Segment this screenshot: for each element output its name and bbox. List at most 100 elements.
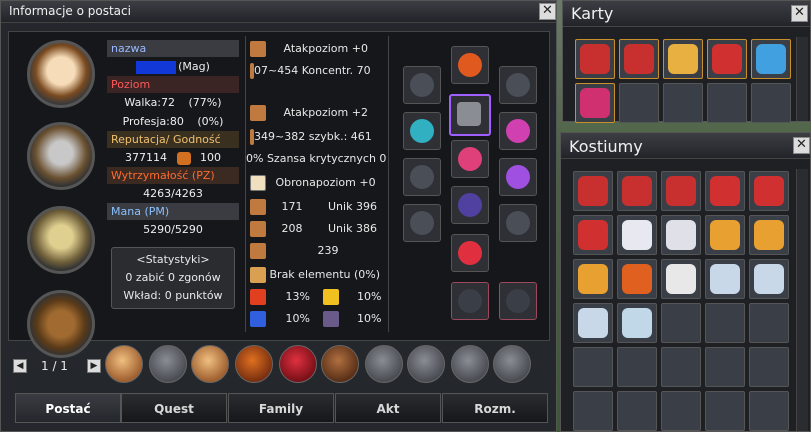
costume-slot-empty[interactable]	[661, 303, 701, 343]
costume-slot[interactable]	[573, 215, 613, 255]
statistics-box[interactable]: <Statystyki> 0 zabić 0 zgonów Wkład: 0 p…	[111, 247, 235, 309]
tab-bar: Postać Quest Family Akt Rozm.	[15, 393, 549, 423]
pet-slot-chicken[interactable]	[105, 345, 143, 383]
costumes-window-titlebar[interactable]: Kostiumy ✕	[561, 133, 810, 159]
prev-page-button[interactable]: ◀	[13, 359, 27, 373]
pet-slot-empty[interactable]	[365, 345, 403, 383]
snowman-icon	[666, 220, 696, 250]
slot-costume-head[interactable]	[449, 94, 491, 136]
slot-secondary-weapon[interactable]	[499, 112, 537, 150]
pet-slot-squirrel[interactable]	[321, 345, 359, 383]
costume-slot[interactable]	[661, 215, 701, 255]
card-slot[interactable]	[707, 39, 747, 79]
pet-slot-empty[interactable]	[149, 345, 187, 383]
costume-slot[interactable]	[661, 171, 701, 211]
costume-slot-empty[interactable]	[749, 391, 789, 431]
card-slot[interactable]	[751, 39, 791, 79]
tab-character[interactable]: Postać	[15, 393, 121, 423]
costume-slot[interactable]	[573, 303, 613, 343]
slot-costume-top[interactable]	[451, 282, 489, 320]
water-resistance-icon	[250, 311, 266, 327]
costume-slot[interactable]	[617, 259, 657, 299]
portrait-dog-pet[interactable]	[27, 290, 95, 358]
costume-slot[interactable]	[749, 215, 789, 255]
light-resistance-icon	[323, 289, 340, 305]
job-level: Profesja:80	[122, 115, 184, 128]
card-slot-empty[interactable]	[707, 83, 747, 123]
reputation-value: 377114	[125, 151, 167, 164]
costume-slot-empty[interactable]	[617, 347, 657, 387]
tab-act[interactable]: Akt	[335, 393, 441, 423]
slot-weapon[interactable]	[403, 112, 441, 150]
costume-body-icon	[506, 289, 530, 313]
card-slot-empty[interactable]	[663, 83, 703, 123]
card-slot[interactable]	[575, 83, 615, 123]
costume-slot-empty[interactable]	[573, 347, 613, 387]
pet-slot-empty[interactable]	[407, 345, 445, 383]
costume-slot[interactable]	[573, 259, 613, 299]
pet-slot-empty[interactable]	[451, 345, 489, 383]
slot-accessory[interactable]	[451, 234, 489, 272]
slot-costume-body[interactable]	[499, 282, 537, 320]
atk2-label: Atakpoziom +2	[283, 106, 368, 119]
costume-slot-empty[interactable]	[705, 303, 745, 343]
costume-slot[interactable]	[705, 259, 745, 299]
costume-slot[interactable]	[749, 171, 789, 211]
portrait-knight[interactable]	[27, 122, 95, 190]
costume-slot-empty[interactable]	[573, 391, 613, 431]
next-page-button[interactable]: ▶	[87, 359, 101, 373]
costume-slot[interactable]	[705, 171, 745, 211]
portrait-mage[interactable]	[27, 40, 95, 108]
close-button[interactable]: ✕	[539, 3, 556, 20]
slot-necklace[interactable]	[451, 186, 489, 224]
slot-boots[interactable]	[499, 158, 537, 196]
statistics-button[interactable]: <Statystyki>	[112, 251, 234, 269]
tab-family[interactable]: Family	[228, 393, 334, 423]
card-icon	[712, 44, 742, 74]
costume-slot[interactable]	[705, 215, 745, 255]
costume-slot[interactable]	[661, 259, 701, 299]
costumes-scrollbar[interactable]	[796, 169, 808, 431]
cards-window-titlebar[interactable]: Karty ✕	[563, 1, 810, 27]
cards-close-button[interactable]: ✕	[791, 5, 808, 22]
pet-slot-bird[interactable]	[279, 345, 317, 383]
portrait-warrior[interactable]	[27, 206, 95, 274]
costume-slot-empty[interactable]	[749, 303, 789, 343]
dignity-icon	[176, 151, 191, 165]
slot-hat[interactable]	[451, 46, 489, 84]
cards-window: Karty ✕	[562, 0, 811, 123]
costume-slot[interactable]	[617, 171, 657, 211]
costume-slot-empty[interactable]	[661, 347, 701, 387]
character-window-titlebar[interactable]: Informacje o postaci ✕	[1, 1, 556, 23]
costume-slot[interactable]	[573, 171, 613, 211]
costume-slot[interactable]	[749, 259, 789, 299]
costume-slot[interactable]	[617, 215, 657, 255]
card-slot[interactable]	[575, 39, 615, 79]
slot-armor[interactable]	[451, 140, 489, 178]
card-slot[interactable]	[619, 39, 659, 79]
card-slot-empty[interactable]	[619, 83, 659, 123]
ranged-def: 208	[281, 222, 303, 235]
costume-slot[interactable]	[617, 303, 657, 343]
card-slot-empty[interactable]	[751, 83, 791, 123]
slot-ring[interactable]	[403, 204, 441, 242]
card-slot[interactable]	[663, 39, 703, 79]
pet-slot-empty[interactable]	[493, 345, 531, 383]
costume-slot-empty[interactable]	[705, 347, 745, 387]
slot-gloves[interactable]	[403, 158, 441, 196]
cards-scrollbar[interactable]	[796, 37, 808, 121]
tab-quest[interactable]: Quest	[121, 393, 227, 423]
tab-chat[interactable]: Rozm.	[442, 393, 548, 423]
costume-slot-empty[interactable]	[749, 347, 789, 387]
costumes-close-button[interactable]: ✕	[793, 137, 810, 154]
costume-slot-empty[interactable]	[705, 391, 745, 431]
costume-slot-empty[interactable]	[617, 391, 657, 431]
pet-slot-pumpkin[interactable]	[235, 345, 273, 383]
slot-wings[interactable]	[499, 66, 537, 104]
slot-bracelet[interactable]	[499, 204, 537, 242]
costume-slot-empty[interactable]	[661, 391, 701, 431]
atk2-range: 349~382 szybk.: 461	[254, 130, 372, 143]
hp-header: Wytrzymałość (PZ)	[107, 167, 239, 184]
pet-slot-egg[interactable]	[191, 345, 229, 383]
slot-mask[interactable]	[403, 66, 441, 104]
